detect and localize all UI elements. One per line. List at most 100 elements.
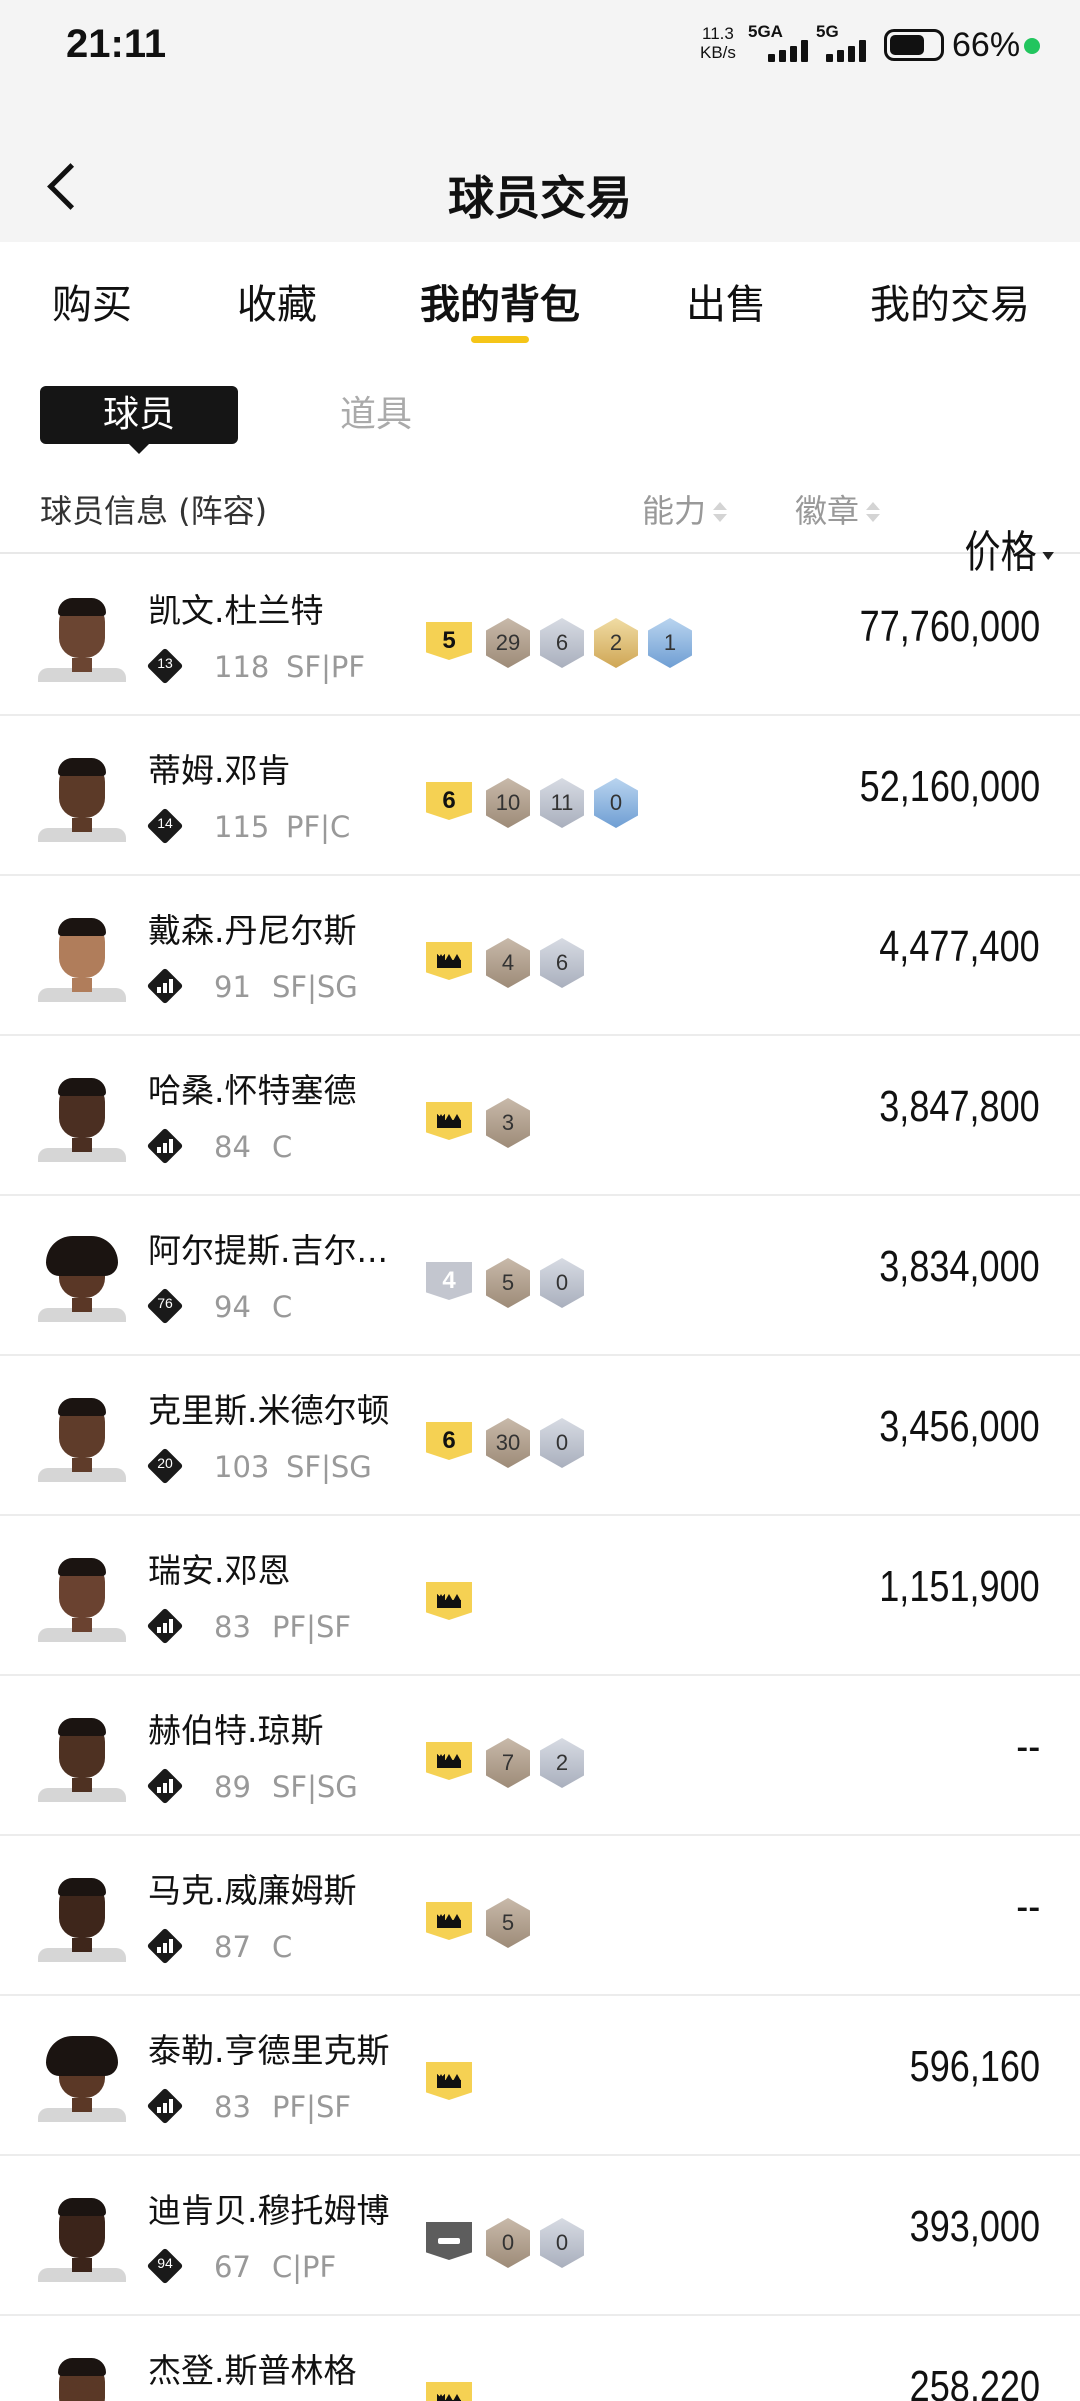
hof-badge-icon: 1 [648,618,692,668]
player-row[interactable]: 马克.威廉姆斯 87 C 5 -- [0,1836,1080,1996]
lineup-number: 76 [157,1295,173,1311]
crown-icon [437,1594,461,1608]
player-position: C|PF [272,2250,337,2284]
player-avatar [38,2196,126,2282]
player-row[interactable]: 蒂姆.邓肯 14 115 PF|C 6 10 11 0 52,160,000 [0,716,1080,876]
rank-bars-icon [157,1779,173,1793]
player-avatar [38,2036,126,2122]
player-ovr: 94 [214,1290,251,1324]
silver-badge-icon: 2 [540,1738,584,1788]
crown-icon [437,954,461,968]
player-ovr: 89 [214,1770,251,1804]
signal-label-2: 5G [816,22,839,41]
player-ovr: 118 [214,650,270,684]
player-ovr: 67 [214,2250,251,2284]
gold-badge-icon: 2 [594,618,638,668]
sort-ability[interactable]: 能力 [642,486,728,532]
player-row[interactable]: 阿尔提斯.吉尔... 76 94 C 4 5 0 3,834,000 [0,1196,1080,1356]
tab-favorites[interactable]: 收藏 [237,272,317,330]
sort-badge[interactable]: 徽章 [795,486,881,532]
bronze-badge-icon: 3 [486,1098,530,1148]
player-position: SF|SG [272,970,358,1004]
signal-bars-icon [826,40,866,62]
tab-my-bag[interactable]: 我的背包 [420,272,580,343]
player-ovr: 83 [214,2090,251,2124]
crown-icon [437,2074,461,2088]
page-title: 球员交易 [448,171,632,225]
bronze-badge-icon: 10 [486,778,530,828]
player-position: SF|SG [272,1770,358,1804]
player-row[interactable]: 赫伯特.琼斯 89 SF|SG 7 2 -- [0,1676,1080,1836]
signal-bars-icon [768,40,808,62]
player-name: 赫伯特.琼斯 [148,1711,324,1750]
player-price: 3,456,000 [879,1402,1040,1451]
player-price: 3,834,000 [879,1242,1040,1291]
player-avatar [38,1076,126,1162]
status-time: 21:11 [66,22,167,66]
player-avatar [38,596,126,682]
bronze-badge-icon: 4 [486,938,530,988]
player-avatar [38,1876,126,1962]
player-name: 凯文.杜兰特 [148,591,324,630]
player-price: 4,477,400 [879,922,1040,971]
player-row[interactable]: 瑞安.邓恩 83 PF|SF 1,151,900 [0,1516,1080,1676]
player-ovr: 115 [214,810,270,844]
lineup-number: 14 [157,815,173,831]
active-tab-indicator [471,336,529,343]
player-price: 393,000 [909,2202,1040,2251]
player-price: 52,160,000 [859,762,1040,811]
player-name: 迪肯贝.穆托姆博 [148,2191,390,2230]
player-row[interactable]: 迪肯贝.穆托姆博 94 67 C|PF 0 0 393,000 [0,2156,1080,2316]
player-row[interactable]: 戴森.丹尼尔斯 91 SF|SG 4 6 4,477,400 [0,876,1080,1036]
battery-percent: 66% [952,26,1021,64]
player-row[interactable]: 哈桑.怀特塞德 84 C 3 3,847,800 [0,1036,1080,1196]
player-row[interactable]: 克里斯.米德尔顿 20 103 SF|SG 6 30 0 3,456,000 [0,1356,1080,1516]
column-header: 球员信息 (阵容) 能力 徽章 价格 [0,470,1080,577]
hof-badge-icon: 0 [594,778,638,828]
player-position: C [272,1930,293,1964]
main-tabs: 购买 收藏 我的背包 出售 我的交易 [0,242,1080,352]
bronze-badge-icon: 5 [486,1898,530,1948]
battery-icon [884,29,944,61]
player-avatar [38,916,126,1002]
player-name: 蒂姆.邓肯 [148,751,291,790]
column-player-info: 球员信息 (阵容) [40,492,268,530]
player-name: 哈桑.怀特塞德 [148,1071,357,1110]
player-price: 1,151,900 [879,1562,1040,1611]
player-position: SF|PF [286,650,366,684]
bronze-badge-icon: 30 [486,1418,530,1468]
player-avatar [38,2356,126,2401]
tab-sell[interactable]: 出售 [686,272,766,330]
page-header: 球员交易 [0,140,1080,240]
player-row[interactable]: 杰登.斯普林格 258,220 [0,2316,1080,2401]
player-name: 克里斯.米德尔顿 [148,1391,390,1430]
silver-badge-icon: 0 [540,1258,584,1308]
subtab-items[interactable]: 道具 [340,386,412,444]
sort-icon [712,500,728,526]
dash-icon [438,2238,460,2244]
player-avatar [38,1716,126,1802]
player-avatar [38,1396,126,1482]
tab-buy[interactable]: 购买 [52,272,132,330]
player-position: PF|SF [272,1610,352,1644]
lineup-number: 20 [157,1455,173,1471]
subtab-players[interactable]: 球员 [40,386,238,454]
player-name: 阿尔提斯.吉尔... [148,1231,388,1270]
silver-badge-icon: 6 [540,618,584,668]
player-price: 258,220 [909,2362,1040,2401]
player-ovr: 83 [214,1610,251,1644]
player-position: PF|SF [272,2090,352,2124]
player-avatar [38,756,126,842]
player-price: -- [1015,1722,1040,1771]
silver-badge-icon: 11 [540,778,584,828]
player-price: 77,760,000 [859,602,1040,651]
charging-dot-icon [1024,38,1040,54]
player-position: PF|C [286,810,351,844]
player-row[interactable]: 泰勒.亨德里克斯 83 PF|SF 596,160 [0,1996,1080,2156]
tab-my-bag-label: 我的背包 [420,282,580,328]
tab-my-trades[interactable]: 我的交易 [870,272,1030,330]
player-name: 杰登.斯普林格 [148,2351,357,2390]
player-row[interactable]: 凯文.杜兰特 13 118 SF|PF 5 29 6 2 1 77,760,000 [0,556,1080,716]
ability-level-badge: 4 [426,1262,472,1300]
net-speed: 11.3 KB/s [700,24,736,62]
